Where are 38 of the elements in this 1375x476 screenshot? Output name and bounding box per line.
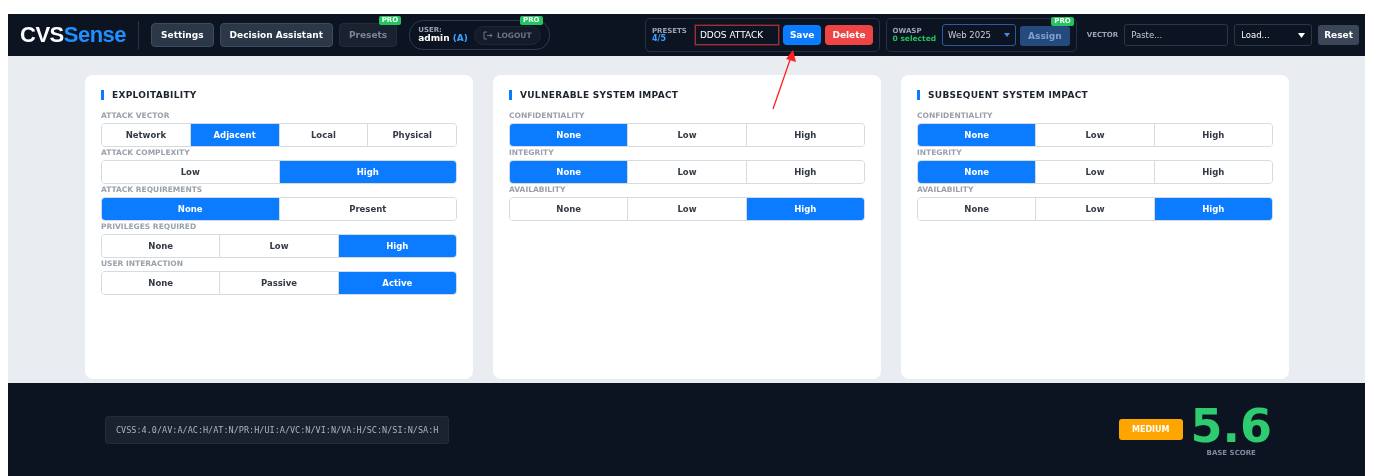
presets-count: 4/5 <box>651 34 666 44</box>
metric-option[interactable]: Active <box>337 272 456 294</box>
logout-icon <box>482 30 493 40</box>
metric-option[interactable]: High <box>1153 124 1272 146</box>
app-logo: CVSSense <box>20 22 127 48</box>
metric-option[interactable]: None <box>102 198 279 220</box>
preset-name-field[interactable]: DDOS ATTACK <box>694 25 779 45</box>
delete-button[interactable]: Delete <box>825 25 873 45</box>
metric-option[interactable]: None <box>918 124 1036 146</box>
metric-option[interactable]: High <box>1153 161 1272 183</box>
severity-badge: MEDIUM <box>1119 419 1183 440</box>
metric-option[interactable]: High <box>278 161 456 183</box>
metric-option[interactable]: Present <box>278 198 456 220</box>
metric-option[interactable]: High <box>745 161 864 183</box>
user-name: admin (A) <box>418 34 468 44</box>
nav-button[interactable]: Decision Assistant <box>219 23 333 47</box>
load-select[interactable]: Load... <box>1234 24 1313 46</box>
nav-button[interactable]: Settings <box>151 23 214 47</box>
metric-option[interactable]: High <box>745 124 864 146</box>
metric-option[interactable]: None <box>510 124 628 146</box>
section-title: SUBSEQUENT SYSTEM IMPACT <box>917 90 1273 100</box>
vector-string: CVSS:4.0/AV:A/AC:H/AT:N/PR:H/UI:A/VC:N/VI:N/VA:H/SC:N/SI:N/SA:H <box>105 415 450 444</box>
metric-option[interactable]: None <box>510 161 628 183</box>
metric-option[interactable]: High <box>1153 198 1272 220</box>
caret-icon <box>1298 32 1306 38</box>
vector-field[interactable]: Paste... <box>1124 24 1229 46</box>
section-title: EXPLOITABILITY <box>101 90 457 100</box>
metric-option[interactable]: Adjacent <box>189 124 279 146</box>
save-button[interactable]: Save <box>782 25 822 45</box>
reset-button[interactable]: Reset <box>1318 25 1359 45</box>
metric-option[interactable]: None <box>918 161 1036 183</box>
base-score: 5.6 <box>1190 402 1272 449</box>
metric-option[interactable]: High <box>745 198 864 220</box>
caret-icon <box>1004 33 1011 37</box>
metric-option[interactable]: Physical <box>367 124 456 146</box>
metric-option[interactable]: High <box>337 235 456 257</box>
section-title: VULNERABLE SYSTEM IMPACT <box>509 90 865 100</box>
owasp-list-select[interactable]: Web 2025 <box>942 24 1017 46</box>
